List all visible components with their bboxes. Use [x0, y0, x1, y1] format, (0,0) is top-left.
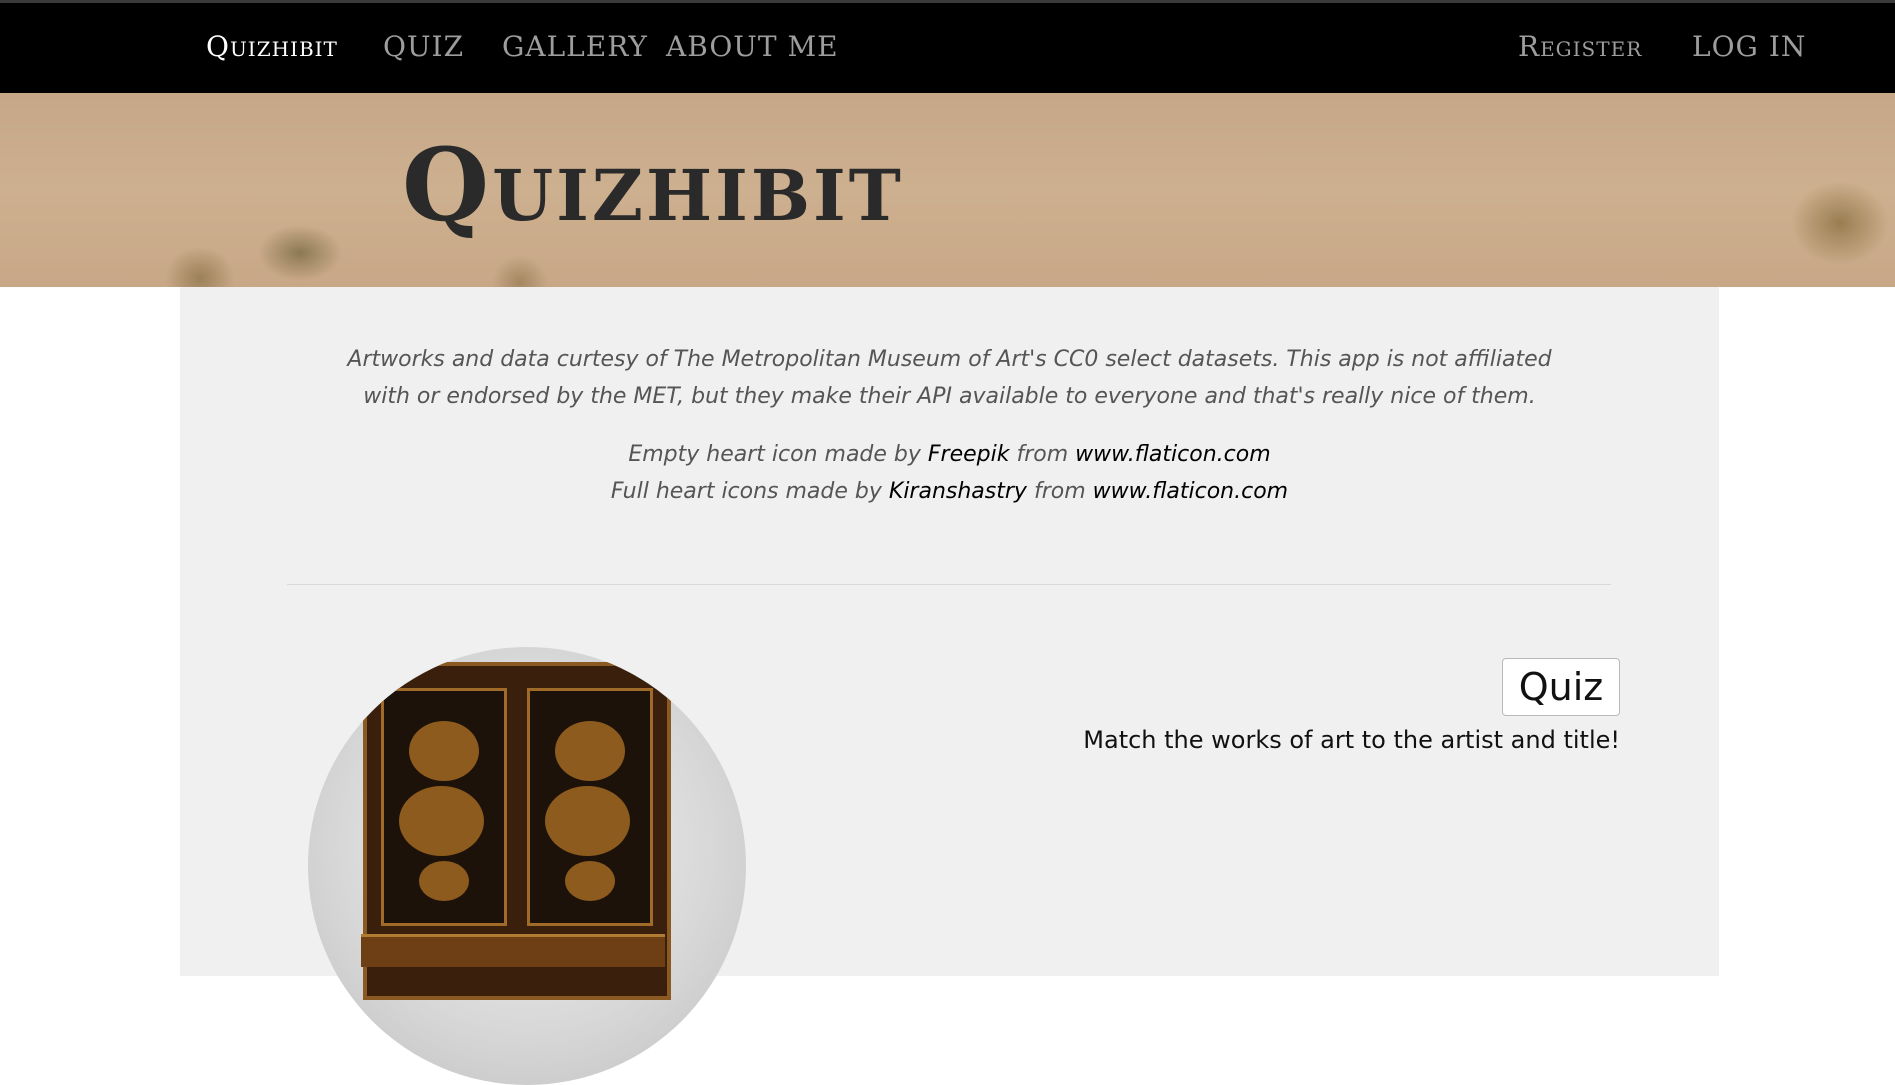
quiz-artwork-thumbnail — [308, 647, 746, 1085]
hero-title: Quizhibit — [402, 126, 904, 244]
credits-section: Artworks and data curtesy of The Metropo… — [180, 341, 1719, 510]
kiranshastry-link[interactable]: Kiranshastry — [889, 479, 1027, 504]
flaticon-link-1[interactable]: www.flaticon.com — [1075, 442, 1270, 467]
met-credit-text: Artworks and data curtesy of The Metropo… — [347, 347, 1552, 409]
divider — [287, 584, 1611, 585]
icon-credit-line-1: Empty heart icon made by Freepik from ww… — [180, 436, 1719, 473]
hero-banner: Quizhibit — [0, 93, 1895, 287]
freepik-link[interactable]: Freepik — [928, 442, 1010, 467]
from-word: from — [1009, 442, 1076, 467]
flaticon-link-2[interactable]: www.flaticon.com — [1093, 479, 1288, 504]
brand-link[interactable]: Quizhibit — [206, 30, 338, 63]
empty-heart-credit-prefix: Empty heart icon made by — [628, 442, 928, 467]
main-panel: Artworks and data curtesy of The Metropo… — [180, 287, 1719, 1085]
register-link[interactable]: Register — [1518, 30, 1642, 63]
icon-credit-line-2: Full heart icons made by Kiranshastry fr… — [180, 473, 1719, 510]
nav-quiz-link[interactable]: QUIZ — [383, 30, 464, 63]
quiz-description: Match the works of art to the artist and… — [1083, 726, 1620, 754]
navbar: Quizhibit QUIZ GALLERY ABOUT ME Register… — [0, 3, 1895, 93]
from-word: from — [1026, 479, 1093, 504]
login-link[interactable]: LOG IN — [1692, 30, 1806, 63]
quiz-button[interactable]: Quiz — [1502, 658, 1620, 716]
cabinet-artwork-image — [361, 662, 671, 1000]
cabinet-left-door — [381, 688, 507, 926]
full-heart-credit-prefix: Full heart icons made by — [610, 479, 889, 504]
nav-about-link[interactable]: ABOUT ME — [666, 30, 839, 63]
nav-gallery-link[interactable]: GALLERY — [502, 30, 648, 63]
cabinet-right-door — [527, 688, 653, 926]
cabinet-base — [361, 934, 665, 967]
